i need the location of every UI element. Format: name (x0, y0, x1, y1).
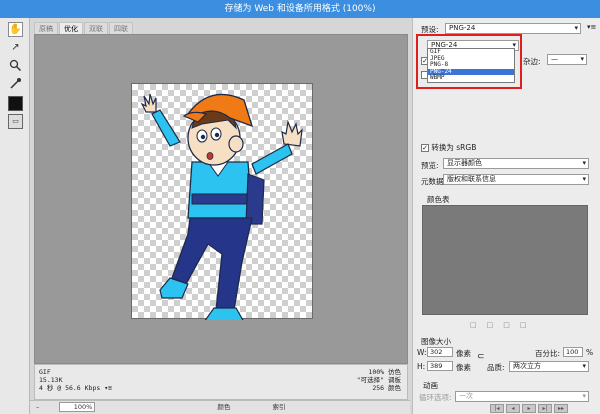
index-readout-label: 索引 (272, 403, 286, 411)
zoom-minus-icon[interactable]: – (36, 403, 39, 411)
tab-4-up[interactable]: 四联 (109, 22, 133, 34)
hand-tool-icon[interactable]: ✋ (8, 22, 23, 37)
chevron-down-icon: ▾ (582, 159, 586, 167)
preset-value: PNG-24 (449, 24, 476, 32)
info-colors: 256 颜色 (372, 384, 401, 392)
color-readout-label: 颜色 (217, 403, 231, 411)
percent-label: 百分比: (535, 349, 561, 358)
chevron-down-icon: ▾ (582, 175, 586, 183)
info-download-time[interactable]: 4 秒 @ 56.6 Kbps ▾≡ (39, 384, 112, 392)
eyedropper-color-swatch[interactable] (8, 96, 23, 111)
convert-srgb-checkbox[interactable]: ✓ (421, 144, 429, 152)
animation-label: 动画 (423, 381, 438, 390)
percent-input[interactable]: 100 (563, 347, 583, 357)
image-size-label: 图像大小 (421, 337, 451, 346)
cartoon-boy-image (140, 93, 303, 320)
new-color-icon[interactable]: □ (503, 321, 520, 329)
format-dropdown-list: GIF JPEG PNG-8 PNG-24 WBMP (427, 48, 515, 83)
matte-value: — (551, 55, 558, 63)
zoom-tool-icon[interactable] (8, 58, 23, 73)
preview-select[interactable]: 显示器颜色 ▾ (443, 158, 589, 169)
convert-srgb-label: 转换为 sRGB (431, 143, 477, 152)
height-input[interactable]: 389 (427, 361, 453, 371)
quality-label: 品质: (487, 363, 505, 372)
info-dither: 100% 仿色 (368, 368, 401, 376)
chevron-down-icon: ▾ (580, 55, 584, 63)
preview-canvas[interactable] (34, 34, 408, 364)
constrain-link-icon[interactable]: ⊂ (477, 352, 485, 362)
panel-menu-icon[interactable]: ▾≡ (587, 23, 596, 31)
loop-select[interactable]: 一次 ▾ (455, 391, 589, 402)
width-input[interactable]: 302 (427, 347, 453, 357)
tool-column: ✋ ↗ ▭ (0, 18, 30, 414)
color-table-label: 颜色表 (427, 195, 450, 204)
height-unit: 像素 (456, 363, 471, 372)
eyedropper-tool-icon[interactable] (8, 76, 23, 91)
lock-color-icon[interactable]: □ (487, 321, 504, 329)
quality-select[interactable]: 两次立方 ▾ (509, 361, 589, 372)
slice-select-tool-icon[interactable]: ↗ (8, 40, 23, 55)
preview-value: 显示器颜色 (447, 159, 482, 167)
width-label: W: (417, 348, 427, 357)
height-label: H: (417, 362, 426, 371)
delete-color-icon[interactable]: □ (520, 321, 537, 329)
info-file-size: 15.13K (39, 376, 63, 384)
chevron-down-icon: ▾ (574, 24, 578, 32)
window-title: 存储为 Web 和设备所用格式 (100%) (0, 0, 600, 18)
metadata-select[interactable]: 版权和联系信息 ▾ (443, 174, 589, 185)
convert-srgb-option[interactable]: ✓ 转换为 sRGB (421, 142, 476, 153)
width-unit: 像素 (456, 349, 471, 358)
preview-label: 预览: (421, 161, 439, 170)
prev-frame-icon[interactable]: ◂ (506, 404, 520, 413)
view-tabs: 原稿 优化 双联 四联 (34, 22, 134, 34)
info-palette: "可选择" 调板 (356, 376, 401, 384)
web-snap-icon[interactable]: □ (470, 321, 487, 329)
metadata-value: 版权和联系信息 (447, 175, 496, 183)
last-frame-icon[interactable]: ▸▸ (554, 404, 568, 413)
loop-value: 一次 (459, 392, 473, 400)
quality-value: 两次立方 (513, 362, 541, 370)
tab-optimized[interactable]: 优化 (59, 22, 83, 34)
loop-label: 循环选项: (419, 393, 452, 402)
transparency-checkerboard (131, 83, 313, 320)
matte-label: 杂边: (523, 57, 541, 66)
preset-select[interactable]: PNG-24 ▾ (445, 23, 581, 34)
chevron-down-icon: ▾ (582, 362, 586, 370)
color-table[interactable] (422, 205, 588, 315)
format-option-wbmp[interactable]: WBMP (428, 75, 514, 82)
status-bar: – 100% 颜色 索引 (30, 400, 410, 414)
tab-2-up[interactable]: 双联 (84, 22, 108, 34)
info-format: GIF (39, 368, 51, 376)
percent-unit: % (586, 348, 594, 357)
chevron-down-icon: ▾ (582, 392, 586, 400)
play-icon[interactable]: ▸ (522, 404, 536, 413)
color-table-actions: □□□□ (470, 321, 537, 329)
tab-original[interactable]: 原稿 (34, 22, 58, 34)
toggle-slice-visibility-icon[interactable]: ▭ (8, 114, 23, 129)
zoom-level-select[interactable]: 100% (59, 402, 96, 412)
next-frame-icon[interactable]: ▸| (538, 404, 552, 413)
optimization-info: GIF 15.13K 4 秒 @ 56.6 Kbps ▾≡ 100% 仿色 "可… (34, 364, 408, 400)
matte-select[interactable]: — ▾ (547, 54, 587, 65)
first-frame-icon[interactable]: |◂ (490, 404, 504, 413)
